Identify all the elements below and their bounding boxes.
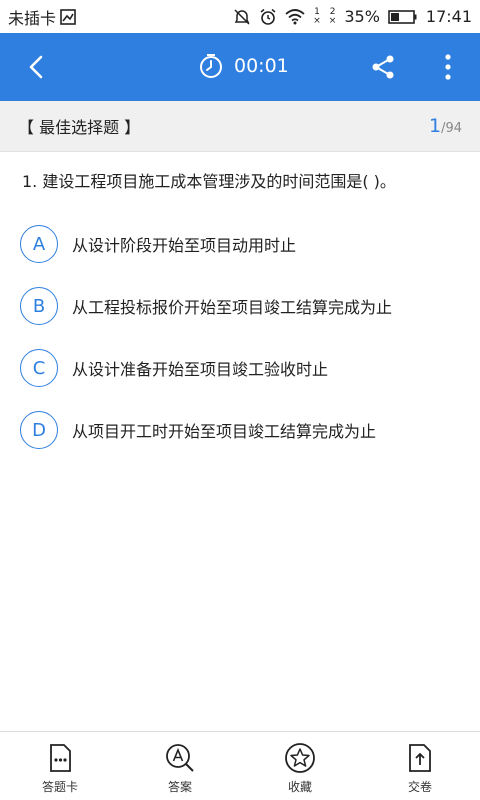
image-icon: [60, 8, 76, 25]
share-icon[interactable]: [370, 54, 396, 80]
timer-text: 00:01: [234, 55, 289, 77]
nav-answer[interactable]: 答案: [120, 732, 240, 800]
section-header: 【 最佳选择题 】 1 /94: [0, 101, 480, 152]
nav-submit[interactable]: 交卷: [360, 732, 480, 800]
timer: 00:01: [198, 53, 289, 79]
answer-search-icon: [166, 744, 194, 772]
nav-favorite[interactable]: 收藏: [240, 732, 360, 800]
nav-label: 答案: [167, 780, 192, 794]
more-icon[interactable]: [436, 53, 460, 81]
back-icon[interactable]: [22, 53, 50, 81]
nav-label: 答题卡: [41, 780, 78, 794]
sim2-cross: ×: [328, 15, 337, 26]
option-letter: B: [20, 287, 58, 325]
option-b[interactable]: B 从工程投标报价开始至项目竣工结算完成为止: [20, 286, 460, 326]
option-letter: C: [20, 349, 58, 387]
submit-icon: [409, 744, 431, 772]
option-text: 从设计准备开始至项目竣工验收时止: [72, 360, 329, 379]
battery-icon: [388, 9, 417, 24]
star-icon: [285, 743, 315, 773]
sim1-cross: ×: [313, 15, 321, 26]
battery-text: 35%: [344, 7, 380, 26]
mute-icon: [234, 8, 250, 25]
options-list: A 从设计阶段开始至项目动用时止 B 从工程投标报价开始至项目竣工结算完成为止 …: [20, 224, 460, 472]
option-a[interactable]: A 从设计阶段开始至项目动用时止: [20, 224, 460, 264]
option-c[interactable]: C 从设计准备开始至项目竣工验收时止: [20, 348, 460, 388]
sim2-icon: 2 ×: [328, 7, 337, 26]
carrier-text: 未插卡: [8, 8, 57, 28]
question-progress: 1 /94: [429, 115, 462, 137]
option-text: 从设计阶段开始至项目动用时止: [72, 236, 297, 255]
option-letter: D: [20, 411, 58, 449]
option-text: 从项目开工时开始至项目竣工结算完成为止: [72, 422, 377, 441]
sim1-icon: 1 ×: [313, 7, 321, 26]
alarm-icon: [260, 8, 276, 25]
status-bar: 未插卡 1 × 2 × 35% 17:41: [0, 0, 480, 33]
wifi-icon: [285, 8, 305, 24]
nav-answer-sheet[interactable]: 答题卡: [0, 732, 120, 800]
app-bar: 00:01: [0, 33, 480, 101]
section-title: 【 最佳选择题 】: [18, 118, 141, 137]
stopwatch-icon: [200, 54, 222, 78]
option-d[interactable]: D 从项目开工时开始至项目竣工结算完成为止: [20, 410, 460, 450]
progress-total: /94: [441, 121, 462, 136]
question-text: 1. 建设工程项目施工成本管理涉及的时间范围是( )。: [22, 172, 396, 191]
clock-text: 17:41: [425, 7, 472, 26]
answer-sheet-icon: [50, 744, 71, 772]
progress-current: 1: [428, 115, 442, 137]
status-right: 1 × 2 × 35% 17:41: [233, 7, 472, 26]
nav-label: 收藏: [287, 780, 312, 794]
status-left: 未插卡: [8, 5, 76, 29]
nav-label: 交卷: [407, 780, 432, 794]
option-letter: A: [20, 225, 58, 263]
bottom-nav: 答题卡 答案 收藏 交卷: [0, 731, 480, 800]
option-text: 从工程投标报价开始至项目竣工结算完成为止: [72, 298, 393, 317]
